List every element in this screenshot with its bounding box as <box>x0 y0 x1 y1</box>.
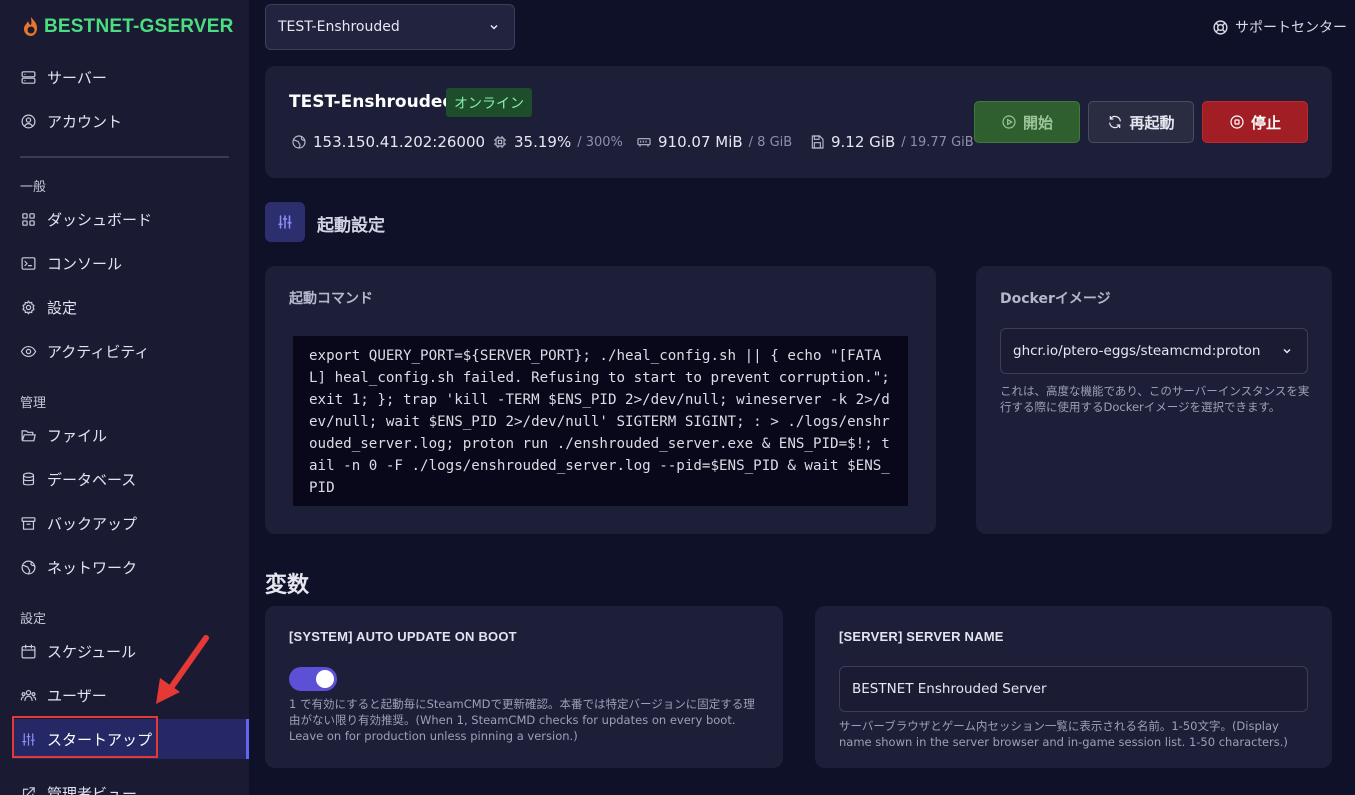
archive-icon <box>21 516 36 530</box>
docker-image-label: Dockerイメージ <box>1000 291 1111 307</box>
start-button-label: 開始 <box>1022 113 1053 132</box>
sidebar-item-label: 管理者ビュー <box>47 784 138 795</box>
sidebar-section-general: 一般 <box>20 180 47 195</box>
sidebar-item-users[interactable]: ユーザー <box>20 683 107 707</box>
stat-address: 153.150.41.202:26000 <box>291 133 485 151</box>
cpu-usage: 35.19% <box>514 133 572 151</box>
docker-image-select[interactable]: ghcr.io/ptero-eggs/steamcmd:proton <box>1000 328 1308 374</box>
sidebar-section-management: 管理 <box>20 396 47 411</box>
memory-usage: 910.07 MiB <box>658 133 743 151</box>
sidebar-item-label: アクティビティ <box>47 342 150 361</box>
sidebar-divider <box>20 156 229 158</box>
restart-button[interactable]: 再起動 <box>1088 101 1194 143</box>
docker-image-hint: これは、高度な機能であり、このサーバーインスタンスを実行する際に使用するDock… <box>1000 384 1310 414</box>
sidebar-item-schedules[interactable]: スケジュール <box>20 639 136 663</box>
sidebar-item-label: ダッシュボード <box>47 210 153 229</box>
chevron-down-icon <box>1283 348 1291 354</box>
sidebar-item-label: サーバー <box>47 68 107 87</box>
server-select-value: TEST-Enshrouded <box>278 19 400 35</box>
sidebar-item-dashboard[interactable]: ダッシュボード <box>20 207 152 231</box>
sidebar-item-account[interactable]: アカウント <box>20 109 122 133</box>
folder-icon <box>21 429 36 441</box>
calendar-icon <box>21 644 36 658</box>
memory-icon <box>637 138 651 147</box>
brand-logo[interactable]: BESTNET-GSERVER <box>20 13 234 41</box>
stat-cpu: 35.19% / 300% <box>492 133 623 151</box>
disk-usage: 9.12 GiB <box>831 133 896 151</box>
globe-icon <box>21 560 36 574</box>
variables-title: 変数 <box>265 573 310 598</box>
sidebar-item-network[interactable]: ネットワーク <box>20 555 137 579</box>
disk-limit: / 19.77 GiB <box>901 134 974 150</box>
sidebar-item-label: ネットワーク <box>47 558 138 577</box>
support-center-link[interactable]: サポートセンター <box>1212 17 1347 37</box>
sidebar-item-label: コンソール <box>47 254 123 273</box>
restart-button-label: 再起動 <box>1129 113 1175 132</box>
flame-logo-icon <box>24 17 37 36</box>
user-circle-icon <box>21 114 36 128</box>
startup-command-label: 起動コマンド <box>289 291 373 307</box>
sidebar-item-files[interactable]: ファイル <box>20 423 107 447</box>
database-icon <box>22 472 35 485</box>
sidebar-item-label: バックアップ <box>47 514 138 533</box>
gear-icon <box>22 300 35 314</box>
external-link-icon <box>22 786 35 795</box>
terminal-icon <box>21 256 36 270</box>
start-button[interactable]: 開始 <box>974 101 1080 143</box>
brand-name: BESTNET-GSERVER <box>44 16 234 37</box>
sidebar-item-label: ファイル <box>47 426 108 445</box>
play-circle-icon <box>1002 115 1016 129</box>
sidebar-item-console[interactable]: コンソール <box>20 251 122 275</box>
status-badge: オンライン <box>446 88 532 117</box>
sidebar-item-label: アカウント <box>47 112 123 131</box>
variable-label-server-name: [SERVER] SERVER NAME <box>839 629 1004 644</box>
server-address: 153.150.41.202:26000 <box>313 133 486 151</box>
sidebar-item-label: スケジュール <box>47 642 136 661</box>
eye-icon <box>20 345 37 357</box>
variable-hint-server-name: サーバーブラウザとゲーム内セッション一覧に表示される名前。1-50文字。(Dis… <box>839 719 1288 749</box>
sidebar-item-label: 設定 <box>47 298 78 317</box>
stop-button[interactable]: 停止 <box>1202 101 1308 143</box>
annotation-arrow-icon <box>156 635 209 704</box>
sidebar-item-admin-view[interactable]: 管理者ビュー <box>20 781 137 795</box>
docker-image-value: ghcr.io/ptero-eggs/steamcmd:proton <box>1013 343 1261 359</box>
chevron-down-icon <box>490 24 498 30</box>
stat-disk: 9.12 GiB / 19.77 GiB <box>809 133 974 151</box>
stop-button-label: 停止 <box>1250 113 1281 132</box>
cpu-limit: / 300% <box>577 134 623 150</box>
memory-limit: / 8 GiB <box>748 134 793 150</box>
stat-memory: 910.07 MiB / 8 GiB <box>636 133 792 151</box>
sidebar-item-activity[interactable]: アクティビティ <box>20 339 149 363</box>
save-icon <box>811 135 824 149</box>
sidebar-item-databases[interactable]: データベース <box>20 467 136 491</box>
sidebar-item-label: ユーザー <box>47 686 107 705</box>
sidebar-section-configuration: 設定 <box>20 612 47 627</box>
startup-section-title: 起動設定 <box>317 216 385 236</box>
startup-section-icon <box>265 202 305 242</box>
annotation-highlight-box <box>12 716 158 758</box>
sidebar-item-backups[interactable]: バックアップ <box>20 511 137 535</box>
grid-icon <box>22 212 35 226</box>
sidebar-item-servers[interactable]: サーバー <box>20 65 107 89</box>
server-name-input[interactable]: BESTNET Enshrouded Server <box>839 666 1308 712</box>
startup-command-text[interactable]: export QUERY_PORT=${SERVER_PORT}; ./heal… <box>293 336 908 506</box>
variable-label-auto-update: [SYSTEM] AUTO UPDATE ON BOOT <box>289 629 517 644</box>
users-icon <box>20 689 37 701</box>
server-title: TEST-Enshrouded <box>289 92 455 112</box>
lifebuoy-icon <box>1213 19 1228 35</box>
cpu-icon <box>494 136 506 148</box>
stop-circle-icon <box>1230 115 1244 129</box>
variable-hint-auto-update: 1 で有効にすると起動毎にSteamCMDで更新確認。本番では特定バージョンに固… <box>289 697 755 743</box>
sidebar-item-label: データベース <box>47 470 137 489</box>
refresh-icon <box>1109 115 1122 129</box>
sidebar-item-settings[interactable]: 設定 <box>20 295 77 319</box>
server-icon <box>21 70 36 84</box>
server-select[interactable]: TEST-Enshrouded <box>265 4 515 50</box>
globe-icon <box>292 135 306 149</box>
support-center-label: サポートセンター <box>1235 20 1347 36</box>
sliders-icon <box>278 215 292 229</box>
auto-update-toggle[interactable] <box>289 667 337 691</box>
